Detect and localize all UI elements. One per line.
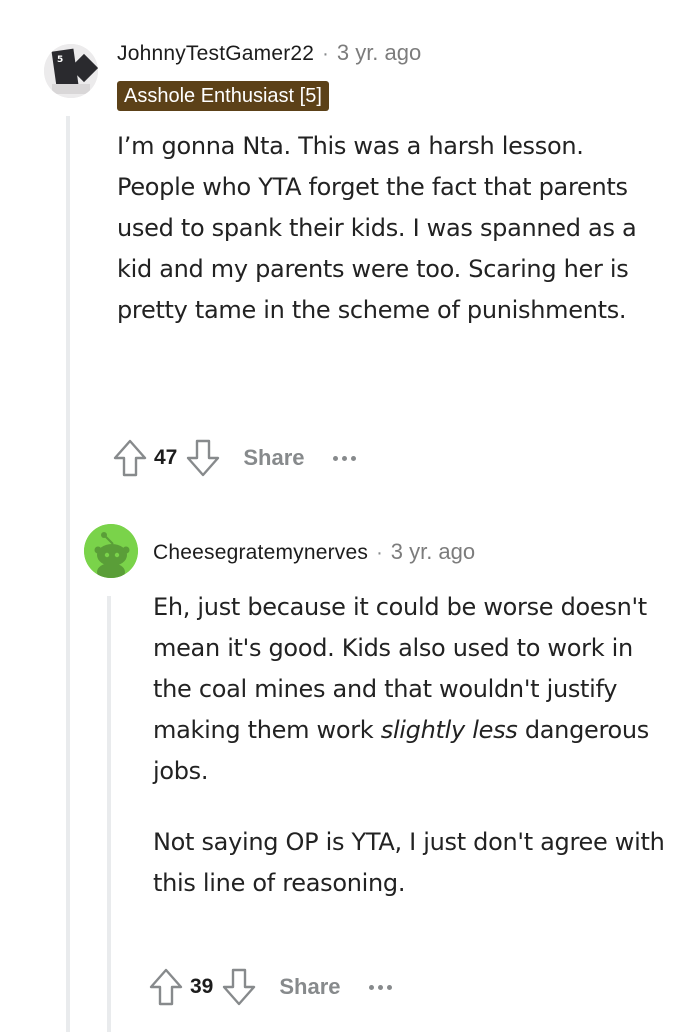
- comment-header: Cheesegratemynerves · 3 yr. ago: [153, 539, 475, 565]
- arrow-up-icon: [113, 439, 147, 477]
- comment-body: I’m gonna Nta. This was a harsh lesson. …: [117, 126, 637, 331]
- share-button[interactable]: Share: [279, 974, 340, 1000]
- more-options-icon[interactable]: [368, 977, 392, 997]
- separator-dot: ·: [376, 542, 383, 564]
- username[interactable]: Cheesegratemynerves: [153, 541, 368, 565]
- downvote-button[interactable]: [219, 965, 259, 1009]
- vote-count: 39: [190, 975, 214, 998]
- user-avatar[interactable]: [84, 524, 138, 578]
- svg-text:5: 5: [57, 55, 63, 65]
- comment-header: JohnnyTestGamer22 · 3 yr. ago: [117, 40, 421, 66]
- thread-line[interactable]: [66, 116, 70, 1032]
- share-button[interactable]: Share: [243, 445, 304, 471]
- arrow-down-icon: [223, 968, 256, 1006]
- thread-line-reply[interactable]: [107, 596, 111, 1032]
- downvote-button[interactable]: [183, 436, 223, 480]
- more-options-icon[interactable]: [332, 448, 356, 468]
- comment-emphasis: slightly less: [380, 716, 518, 744]
- separator-dot: ·: [322, 43, 329, 65]
- upvote-button[interactable]: [110, 436, 150, 480]
- arrow-up-icon: [149, 968, 183, 1006]
- user-flair: Asshole Enthusiast [5]: [117, 81, 329, 111]
- username[interactable]: JohnnyTestGamer22: [117, 42, 314, 66]
- comment-paragraph: Eh, just because it could be worse doesn…: [153, 587, 673, 792]
- upvote-button[interactable]: [146, 965, 186, 1009]
- user-avatar[interactable]: 5: [44, 44, 98, 98]
- comment-actions: 39 Share: [146, 965, 392, 1009]
- reddit-snoo-avatar-icon: [84, 524, 138, 578]
- comment-actions: 47 Share: [110, 436, 356, 480]
- comment-text: I’m gonna Nta. This was a harsh lesson. …: [117, 132, 637, 324]
- timestamp[interactable]: 3 yr. ago: [337, 40, 421, 66]
- arrow-down-icon: [187, 439, 220, 477]
- vote-count: 47: [154, 446, 178, 469]
- comment-body: Eh, just because it could be worse doesn…: [153, 587, 673, 904]
- playing-card-avatar-icon: 5: [44, 44, 98, 98]
- comment-paragraph: Not saying OP is YTA, I just don't agree…: [153, 828, 665, 897]
- timestamp[interactable]: 3 yr. ago: [391, 539, 475, 565]
